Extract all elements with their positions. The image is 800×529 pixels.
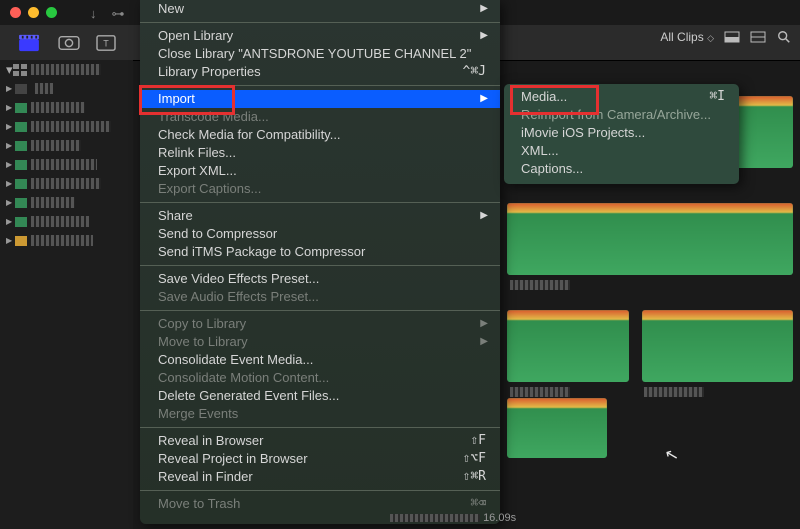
submenu-imovie[interactable]: iMovie iOS Projects... [504, 124, 739, 142]
menu-share[interactable]: Share▶ [140, 207, 500, 225]
submenu-arrow-icon: ▶ [480, 207, 488, 225]
sidebar-item[interactable]: ▶ [0, 136, 133, 155]
toolbar-right: All Clips ◇ [660, 30, 792, 44]
submenu-arrow-icon: ▶ [480, 0, 488, 18]
shortcut-label: ⇧⌘R [463, 468, 486, 486]
search-icon[interactable] [776, 30, 792, 44]
clip-label-pixelated [644, 387, 704, 397]
menu-copy-library: Copy to Library▶ [140, 315, 500, 333]
menu-relink-files[interactable]: Relink Files... [140, 144, 500, 162]
clip-thumbnail[interactable] [507, 203, 793, 275]
sidebar-item[interactable]: ▶ [0, 79, 133, 98]
menu-separator [140, 310, 500, 311]
svg-text:T: T [103, 39, 109, 49]
key-icon: ⊶ [112, 6, 125, 22]
clip-label-pixelated [510, 280, 570, 290]
menu-transcode: Transcode Media... [140, 108, 500, 126]
submenu-arrow-icon: ▶ [480, 315, 488, 333]
menu-separator [140, 427, 500, 428]
menu-move-library: Move to Library▶ [140, 333, 500, 351]
file-menu[interactable]: New▶ Open Library▶ Close Library "ANTSDR… [140, 0, 500, 524]
menu-send-itms[interactable]: Send iTMS Package to Compressor [140, 243, 500, 261]
menu-close-library[interactable]: Close Library "ANTSDRONE YOUTUBE CHANNEL… [140, 45, 500, 63]
shortcut-label: ⌘I [709, 88, 725, 106]
menu-separator [140, 85, 500, 86]
menu-save-video-fx[interactable]: Save Video Effects Preset... [140, 270, 500, 288]
fullscreen-window-button[interactable] [46, 7, 57, 18]
titles-icon[interactable]: T [95, 34, 117, 52]
sidebar-header[interactable]: ▾ [0, 60, 133, 79]
sidebar-item[interactable]: ▶ [0, 193, 133, 212]
clip-label-pixelated [510, 387, 570, 397]
menu-import[interactable]: Import▶ [140, 90, 500, 108]
menu-reveal-finder[interactable]: Reveal in Finder⇧⌘R [140, 468, 500, 486]
updown-icon: ◇ [707, 33, 714, 44]
shortcut-label: ⇧⌥F [463, 450, 486, 468]
menu-reveal-browser[interactable]: Reveal in Browser⇧F [140, 432, 500, 450]
sidebar-item[interactable]: ▶ [0, 231, 133, 250]
menu-save-audio-fx: Save Audio Effects Preset... [140, 288, 500, 306]
sidebar-item[interactable]: ▶ [0, 117, 133, 136]
allclips-dropdown[interactable]: All Clips ◇ [660, 30, 714, 44]
menu-export-xml[interactable]: Export XML... [140, 162, 500, 180]
download-icon: ↓ [90, 6, 97, 22]
menu-consolidate-motion: Consolidate Motion Content... [140, 369, 500, 387]
submenu-reimport: Reimport from Camera/Archive... [504, 106, 739, 124]
shortcut-label: ⌘⌫ [470, 495, 486, 513]
import-submenu[interactable]: Media...⌘I Reimport from Camera/Archive.… [504, 84, 739, 184]
status-timecode: 16.09s [483, 512, 516, 524]
clip-appearance-icon[interactable] [724, 30, 740, 44]
shortcut-label: ^⌘J [463, 63, 486, 81]
titlebar-icons: ↓ ⊶ [90, 6, 125, 22]
status-pixelated [390, 514, 480, 522]
menu-reveal-project[interactable]: Reveal Project in Browser⇧⌥F [140, 450, 500, 468]
sidebar-item[interactable]: ▶ [0, 98, 133, 117]
status-bar: 16.09s [390, 512, 516, 524]
menu-move-trash: Move to Trash⌘⌫ [140, 495, 500, 513]
allclips-label: All Clips [660, 30, 703, 44]
photos-icon[interactable] [58, 34, 80, 52]
menu-consolidate-event[interactable]: Consolidate Event Media... [140, 351, 500, 369]
minimize-window-button[interactable] [28, 7, 39, 18]
submenu-arrow-icon: ▶ [480, 27, 488, 45]
submenu-media[interactable]: Media...⌘I [504, 88, 739, 106]
menu-separator [140, 490, 500, 491]
sidebar-item[interactable]: ▶ [0, 174, 133, 193]
library-sidebar[interactable]: ▾ ▶ ▶ ▶ ▶ ▶ ▶ ▶ ▶ ▶ [0, 60, 133, 529]
submenu-arrow-icon: ▶ [480, 333, 488, 351]
menu-open-library[interactable]: Open Library▶ [140, 27, 500, 45]
grid-icon [13, 64, 27, 76]
sidebar-item[interactable]: ▶ [0, 212, 133, 231]
menu-export-captions: Export Captions... [140, 180, 500, 198]
submenu-xml[interactable]: XML... [504, 142, 739, 160]
submenu-arrow-icon: ▶ [480, 90, 488, 108]
library-name-pixelated [31, 64, 101, 75]
sidebar-item[interactable]: ▶ [0, 155, 133, 174]
shortcut-label: ⇧F [470, 432, 486, 450]
library-icon[interactable] [18, 34, 40, 52]
menu-separator [140, 265, 500, 266]
menu-merge-events: Merge Events [140, 405, 500, 423]
window-controls[interactable] [10, 7, 57, 18]
menu-delete-generated[interactable]: Delete Generated Event Files... [140, 387, 500, 405]
menu-separator [140, 202, 500, 203]
clip-thumbnail[interactable] [507, 398, 607, 458]
menu-new[interactable]: New▶ [140, 0, 500, 18]
clip-thumbnail[interactable] [507, 310, 629, 382]
submenu-captions[interactable]: Captions... [504, 160, 739, 178]
filmstrip-icon[interactable] [750, 30, 766, 44]
close-window-button[interactable] [10, 7, 21, 18]
menu-check-compatibility[interactable]: Check Media for Compatibility... [140, 126, 500, 144]
clip-thumbnail[interactable] [642, 310, 793, 382]
menu-send-compressor[interactable]: Send to Compressor [140, 225, 500, 243]
menu-library-properties[interactable]: Library Properties^⌘J [140, 63, 500, 81]
menu-separator [140, 22, 500, 23]
